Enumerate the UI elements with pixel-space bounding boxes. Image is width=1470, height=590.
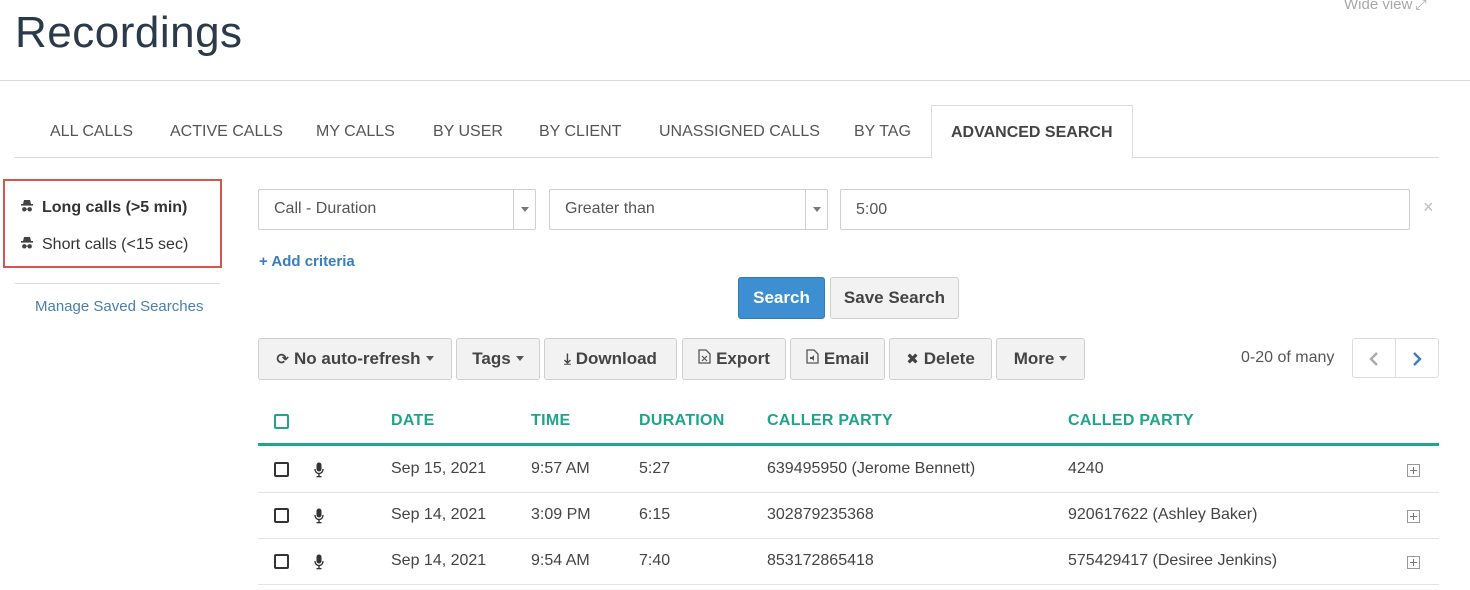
tab-by-tag[interactable]: BY TAG xyxy=(854,105,911,158)
tags-dropdown[interactable]: Tags xyxy=(456,338,540,380)
tab-by-user[interactable]: BY USER xyxy=(433,105,503,158)
column-header-date[interactable]: DATE xyxy=(391,412,435,430)
audio-file-icon xyxy=(806,340,819,380)
close-icon: ✖ xyxy=(906,351,919,368)
table-row[interactable]: Sep 14, 2021 3:09 PM 6:15 302879235368 9… xyxy=(258,493,1439,539)
delete-button[interactable]: ✖ Delete xyxy=(889,338,992,380)
criteria-value-input[interactable] xyxy=(840,189,1410,230)
more-label: More xyxy=(1013,349,1055,368)
sidebar-divider xyxy=(15,283,220,284)
microphone-icon[interactable] xyxy=(314,508,324,524)
chevron-left-icon xyxy=(1369,352,1378,366)
manage-saved-searches-link[interactable]: Manage Saved Searches xyxy=(35,298,203,315)
cell-duration: 7:40 xyxy=(639,552,671,569)
cell-called-party: 920617622 (Ashley Baker) xyxy=(1068,506,1258,523)
search-button[interactable]: Search xyxy=(738,277,825,319)
cell-duration: 5:27 xyxy=(639,460,671,477)
saved-search-long-calls[interactable]: Long calls (>5 min) xyxy=(20,199,187,217)
spy-icon xyxy=(21,200,33,212)
cell-caller-party: 302879235368 xyxy=(767,506,874,523)
spy-icon xyxy=(21,237,33,249)
cell-caller-party: 853172865418 xyxy=(767,552,874,569)
tab-all-calls[interactable]: ALL CALLS xyxy=(50,105,133,158)
tab-my-calls[interactable]: MY CALLS xyxy=(316,105,395,158)
tab-bar: ALL CALLS ACTIVE CALLS MY CALLS BY USER … xyxy=(14,105,1439,159)
chevron-down-icon xyxy=(805,190,827,229)
tab-advanced-search[interactable]: ADVANCED SEARCH xyxy=(931,105,1133,159)
row-checkbox[interactable] xyxy=(274,462,289,477)
email-button[interactable]: Email xyxy=(790,338,885,380)
save-search-button[interactable]: Save Search xyxy=(830,277,959,319)
column-header-duration[interactable]: DURATION xyxy=(639,412,725,430)
recordings-table: DATE TIME DURATION CALLER PARTY CALLED P… xyxy=(258,400,1439,590)
more-dropdown[interactable]: More xyxy=(996,338,1085,380)
cell-time: 9:54 AM xyxy=(531,552,590,569)
row-checkbox[interactable] xyxy=(274,554,289,569)
tags-label: Tags xyxy=(472,349,511,368)
wide-view-toggle[interactable]: Wide view ⤢ xyxy=(1344,0,1427,13)
column-header-time[interactable]: TIME xyxy=(531,412,570,430)
download-icon: ⤓ xyxy=(564,351,571,368)
auto-refresh-dropdown[interactable]: ⟳ No auto-refresh xyxy=(258,338,452,380)
expand-arrows-icon: ⤢ xyxy=(1415,0,1427,12)
select-all-checkbox[interactable] xyxy=(274,414,289,429)
tab-active-calls[interactable]: ACTIVE CALLS xyxy=(170,105,283,158)
expand-row-icon[interactable] xyxy=(1407,556,1420,569)
row-checkbox[interactable] xyxy=(274,508,289,523)
next-page-button[interactable] xyxy=(1395,338,1439,378)
caret-down-icon xyxy=(1059,356,1068,361)
cell-time: 9:57 AM xyxy=(531,460,590,477)
cell-called-party: 4240 xyxy=(1068,460,1104,477)
saved-searches-list: Long calls (>5 min) Short calls (<15 sec… xyxy=(3,179,222,268)
cell-caller-party: 639495950 (Jerome Bennett) xyxy=(767,460,976,477)
wide-view-label: Wide view xyxy=(1344,0,1413,13)
criteria-operator-select[interactable]: Greater than xyxy=(549,189,828,230)
refresh-icon: ⟳ xyxy=(276,351,289,368)
saved-search-short-calls[interactable]: Short calls (<15 sec) xyxy=(20,236,188,254)
cell-date: Sep 15, 2021 xyxy=(391,460,487,477)
cell-date: Sep 14, 2021 xyxy=(391,552,487,569)
microphone-icon[interactable] xyxy=(314,462,324,478)
cell-date: Sep 14, 2021 xyxy=(391,506,487,523)
page-title: Recordings xyxy=(15,8,243,57)
cell-time: 3:09 PM xyxy=(531,506,591,523)
chevron-down-icon xyxy=(513,190,535,229)
excel-file-icon xyxy=(698,340,711,380)
caret-down-icon xyxy=(515,356,524,361)
microphone-icon[interactable] xyxy=(314,554,324,570)
auto-refresh-label: No auto-refresh xyxy=(294,349,421,368)
page-header: Recordings Wide view ⤢ xyxy=(0,0,1470,81)
table-row[interactable]: Sep 15, 2021 9:57 AM 5:27 639495950 (Jer… xyxy=(258,447,1439,493)
expand-row-icon[interactable] xyxy=(1407,464,1420,477)
chevron-right-icon xyxy=(1413,352,1422,366)
column-header-called-party[interactable]: CALLED PARTY xyxy=(1068,412,1194,430)
tab-by-client[interactable]: BY CLIENT xyxy=(539,105,621,158)
saved-search-label: Short calls (<15 sec) xyxy=(42,236,189,253)
download-button[interactable]: ⤓ Download xyxy=(544,338,677,380)
add-criteria-label: Add criteria xyxy=(271,253,355,270)
delete-label: Delete xyxy=(923,349,975,368)
plus-icon: + xyxy=(259,253,268,270)
criteria-operator-value: Greater than xyxy=(565,200,655,217)
export-button[interactable]: Export xyxy=(682,338,786,380)
column-header-caller-party[interactable]: CALLER PARTY xyxy=(767,412,893,430)
remove-criteria-icon[interactable]: × xyxy=(1423,197,1434,218)
cell-called-party: 575429417 (Desiree Jenkins) xyxy=(1068,552,1278,569)
add-criteria-link[interactable]: + Add criteria xyxy=(259,253,355,270)
caret-down-icon xyxy=(425,356,434,361)
table-row[interactable]: Sep 14, 2021 9:54 AM 7:40 853172865418 5… xyxy=(258,539,1439,585)
cell-duration: 6:15 xyxy=(639,506,671,523)
tab-unassigned-calls[interactable]: UNASSIGNED CALLS xyxy=(659,105,820,158)
criteria-field-select[interactable]: Call - Duration xyxy=(258,189,536,230)
export-label: Export xyxy=(716,349,770,368)
saved-search-label: Long calls (>5 min) xyxy=(42,199,188,216)
pagination-status: 0-20 of many xyxy=(1241,349,1335,366)
expand-row-icon[interactable] xyxy=(1407,510,1420,523)
email-label: Email xyxy=(823,349,870,368)
download-label: Download xyxy=(575,349,657,368)
previous-page-button[interactable] xyxy=(1352,338,1396,378)
criteria-field-value: Call - Duration xyxy=(274,200,377,217)
table-header: DATE TIME DURATION CALLER PARTY CALLED P… xyxy=(258,400,1439,446)
